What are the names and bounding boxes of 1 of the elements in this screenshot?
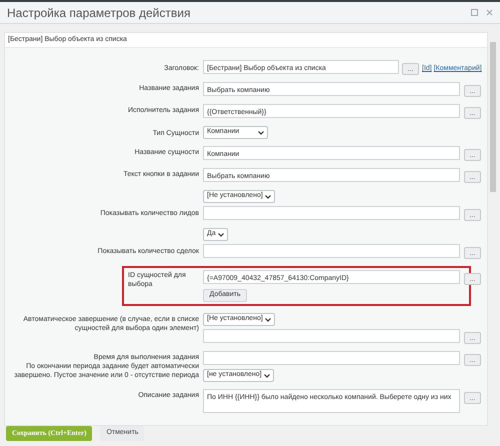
window-title: Настройка параметров действия <box>7 4 192 22</box>
